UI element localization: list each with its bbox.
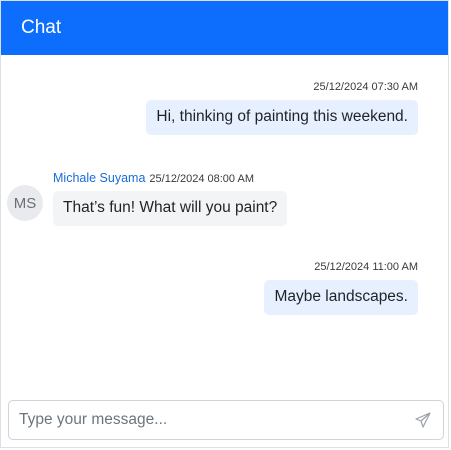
message-outgoing: 25/12/2024 11:00 AM Maybe landscapes. — [264, 261, 418, 315]
message-outgoing: 25/12/2024 07:30 AM Hi, thinking of pain… — [146, 81, 418, 135]
message-timestamp: 25/12/2024 11:00 AM — [314, 261, 418, 273]
send-icon[interactable] — [413, 410, 433, 430]
avatar: MS — [7, 185, 43, 221]
chat-title: Chat — [21, 17, 62, 38]
message-timestamp: 25/12/2024 07:30 AM — [313, 81, 418, 93]
message-bubble: Maybe landscapes. — [264, 280, 418, 315]
send-icon-glyph — [415, 412, 431, 428]
message-input[interactable] — [19, 411, 413, 429]
message-timestamp: 25/12/2024 08:00 AM — [149, 173, 254, 185]
chat-header: Chat — [1, 1, 448, 55]
message-list[interactable]: 25/12/2024 07:30 AM Hi, thinking of pain… — [1, 55, 448, 391]
message-bubble: Hi, thinking of painting this weekend. — [146, 100, 418, 135]
chat-window: Chat 25/12/2024 07:30 AM Hi, thinking of… — [0, 0, 449, 448]
message-incoming: MS Michale Suyama 25/12/2024 08:00 AM Th… — [7, 171, 288, 226]
message-composer — [8, 400, 444, 440]
message-meta: Michale Suyama 25/12/2024 08:00 AM — [53, 171, 254, 185]
message-bubble: That’s fun! What will you paint? — [53, 191, 288, 226]
sender-name: Michale Suyama — [53, 171, 146, 185]
message-body: Michale Suyama 25/12/2024 08:00 AM That’… — [53, 171, 288, 226]
